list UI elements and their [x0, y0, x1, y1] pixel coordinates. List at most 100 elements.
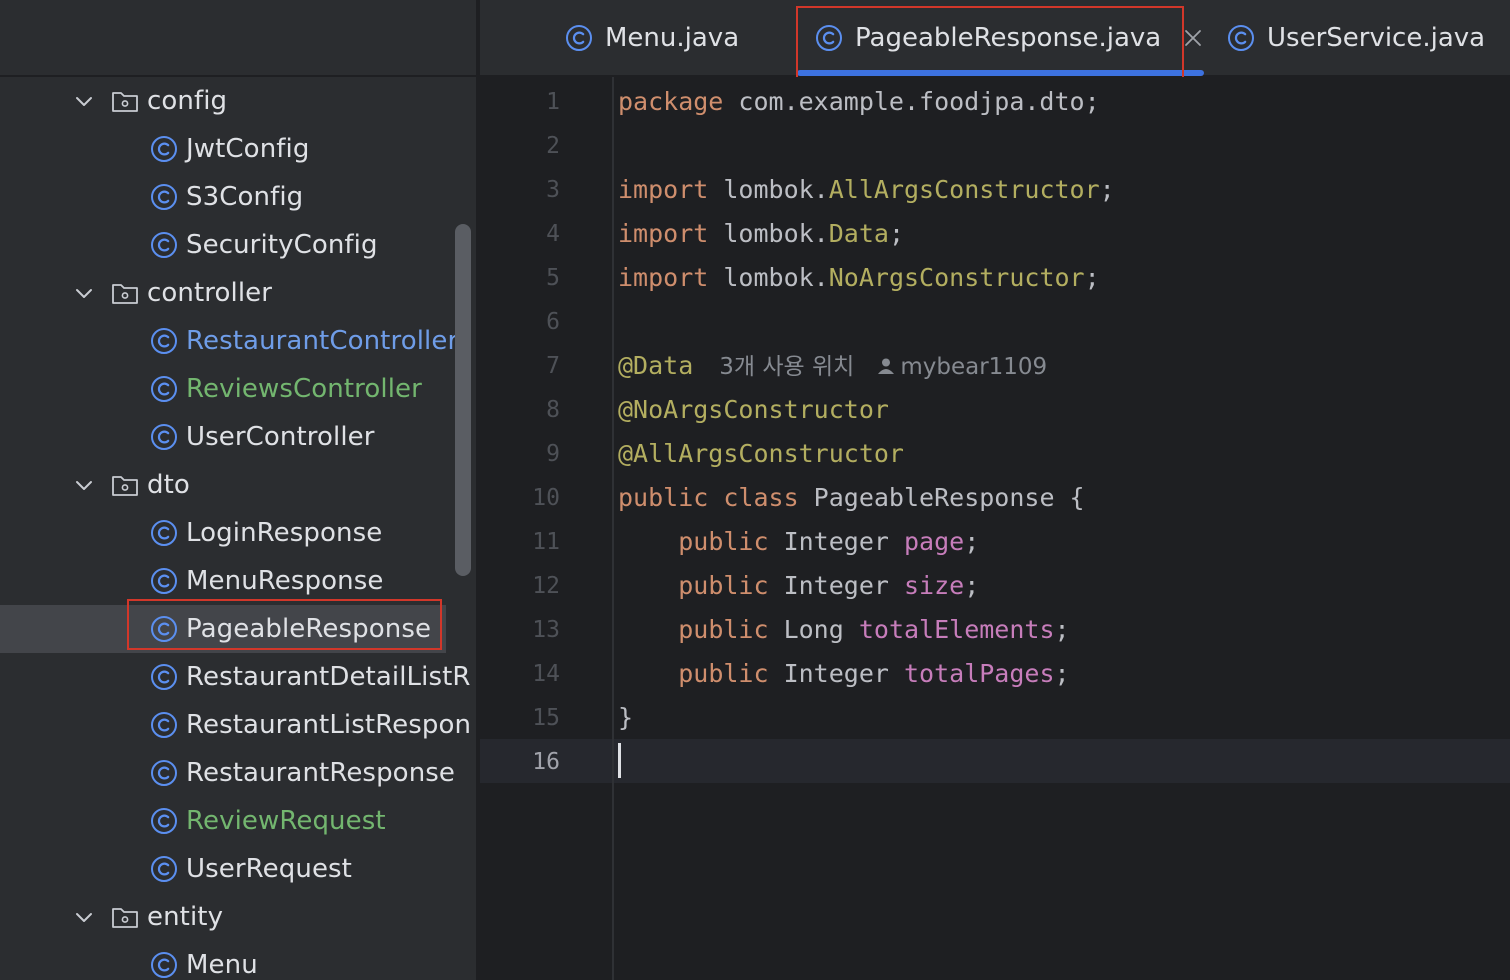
line-number: 5	[546, 265, 560, 291]
tab-menu-java[interactable]: Menu.java	[565, 0, 739, 75]
class-icon	[150, 951, 178, 979]
code-token: package	[618, 87, 724, 116]
line-number: 4	[546, 221, 560, 247]
class-icon	[150, 759, 178, 787]
tree-item-label: config	[147, 86, 228, 116]
tree-item-label: RestaurantListRespon	[186, 710, 472, 740]
tab-highlight-box	[796, 6, 1184, 87]
tree-folder-controller[interactable]: controller	[0, 269, 476, 317]
code-line[interactable]: public Long totalElements;	[618, 608, 1070, 652]
tree-class-menu[interactable]: Menu	[0, 941, 476, 980]
tree-folder-config[interactable]: config	[0, 77, 476, 125]
class-icon	[150, 231, 178, 259]
code-line[interactable]: import lombok.NoArgsConstructor;	[618, 256, 1100, 300]
tree-class-loginresponse[interactable]: LoginResponse	[0, 509, 476, 557]
line-number: 9	[546, 441, 560, 467]
tree-folder-dto[interactable]: dto	[0, 461, 476, 509]
author-hint[interactable]: mybear1109	[900, 354, 1047, 380]
code-token: lombok.	[708, 219, 829, 248]
text-caret	[618, 743, 621, 778]
class-icon	[150, 807, 178, 835]
code-token: ;	[1054, 615, 1070, 644]
class-icon	[1227, 24, 1255, 52]
user-icon	[876, 356, 896, 376]
class-icon	[150, 519, 178, 547]
code-line[interactable]: public Integer page;	[618, 520, 979, 564]
code-token: AllArgsConstructor	[828, 175, 1100, 204]
code-token: @AllArgsConstructor	[618, 439, 904, 468]
code-token: ;	[1054, 659, 1070, 688]
tree-class-reviewscontroller[interactable]: ReviewsController	[0, 365, 476, 413]
tree-item-label: SecurityConfig	[186, 230, 378, 260]
folder-icon	[111, 281, 139, 305]
code-token: public	[678, 527, 769, 556]
tree-item-label: UserController	[186, 422, 375, 452]
class-icon	[150, 183, 178, 211]
line-number: 11	[532, 529, 560, 555]
code-line[interactable]: public Integer totalPages;	[618, 652, 1070, 696]
tree-class-restaurantresponse[interactable]: RestaurantResponse	[0, 749, 476, 797]
tree-class-menuresponse[interactable]: MenuResponse	[0, 557, 476, 605]
code-token: NoArgsConstructor	[828, 263, 1085, 292]
line-number: 10	[532, 485, 560, 511]
chevron-down-icon[interactable]	[73, 906, 95, 928]
line-number: 6	[546, 309, 560, 335]
tree-item-label: JwtConfig	[186, 134, 310, 164]
code-line[interactable]: @NoArgsConstructor	[618, 388, 889, 432]
tree-item-label: ReviewsController	[186, 374, 422, 404]
line-number: 2	[546, 133, 560, 159]
tree-item-label: UserRequest	[186, 854, 352, 884]
tab-userservice-java[interactable]: UserService.java	[1227, 0, 1485, 75]
code-line[interactable]: public Integer size;	[618, 564, 979, 608]
tree-class-s3config[interactable]: S3Config	[0, 173, 476, 221]
tree-class-restaurantcontroller[interactable]: RestaurantController	[0, 317, 476, 365]
line-number: 3	[546, 177, 560, 203]
project-tree-panel: config JwtConfig S3Config SecurityConfig con…	[0, 0, 478, 980]
code-token: public class	[618, 483, 799, 512]
tree-item-label: ReviewRequest	[186, 806, 386, 836]
code-line[interactable]: @Data 3개 사용 위치 mybear1109	[618, 344, 1047, 388]
code-line[interactable]: public class PageableResponse {	[618, 476, 1085, 520]
code-line[interactable]: @AllArgsConstructor	[618, 432, 904, 476]
tree-item-label: dto	[147, 470, 190, 500]
usages-hint[interactable]: 3개 사용 위치	[719, 354, 854, 380]
code-token: }	[618, 703, 634, 732]
line-number: 16	[532, 749, 560, 775]
code-line[interactable]: import lombok.AllArgsConstructor;	[618, 168, 1115, 212]
code-token: ;	[964, 527, 980, 556]
tree-class-userrequest[interactable]: UserRequest	[0, 845, 476, 893]
code-token: public	[678, 659, 769, 688]
chevron-down-icon[interactable]	[73, 282, 95, 304]
tree-folder-entity[interactable]: entity	[0, 893, 476, 941]
line-number: 13	[532, 617, 560, 643]
line-number: 1	[546, 89, 560, 115]
gutter-divider	[612, 77, 614, 980]
class-icon	[565, 24, 593, 52]
line-number: 14	[532, 661, 560, 687]
tree-class-restaurantdetaillistr[interactable]: RestaurantDetailListR	[0, 653, 476, 701]
close-icon[interactable]	[1183, 28, 1203, 48]
tree-class-usercontroller[interactable]: UserController	[0, 413, 476, 461]
code-line[interactable]: package com.example.foodjpa.dto;	[618, 80, 1100, 124]
code-token: totalPages	[904, 659, 1055, 688]
code-line[interactable]: import lombok.Data;	[618, 212, 904, 256]
tree-scrollbar[interactable]	[455, 224, 471, 576]
code-token: com.example.foodjpa.dto;	[723, 87, 1100, 116]
chevron-down-icon[interactable]	[73, 90, 95, 112]
code-token: Data	[828, 219, 889, 248]
code-token: Integer	[768, 527, 904, 556]
class-icon	[150, 567, 178, 595]
current-line-highlight	[480, 739, 1510, 783]
tree-item-label: controller	[147, 278, 273, 308]
tree-class-jwtconfig[interactable]: JwtConfig	[0, 125, 476, 173]
chevron-down-icon[interactable]	[73, 474, 95, 496]
tree-item-label: LoginResponse	[186, 518, 383, 548]
code-token: import	[618, 175, 709, 204]
line-number: 15	[532, 705, 560, 731]
code-token: Integer	[768, 571, 904, 600]
tree-class-reviewrequest[interactable]: ReviewRequest	[0, 797, 476, 845]
code-token: ;	[888, 219, 905, 248]
tree-class-securityconfig[interactable]: SecurityConfig	[0, 221, 476, 269]
tree-class-restaurantlistrespon[interactable]: RestaurantListRespon	[0, 701, 476, 749]
code-line[interactable]: }	[618, 696, 633, 740]
